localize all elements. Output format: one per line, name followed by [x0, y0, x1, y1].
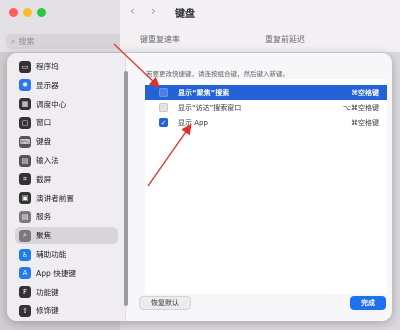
services-icon: ▤	[19, 210, 31, 223]
shortcut-label: 显示“访达”搜索窗口	[178, 103, 242, 112]
search-input[interactable]: ⌕ 搜索	[6, 34, 126, 49]
forward-icon[interactable]: ›	[151, 4, 156, 18]
sidebar-item[interactable]: ⌨ 键盘	[15, 133, 118, 150]
sidebar-item-label: 功能键	[36, 287, 59, 297]
zoom-window-button[interactable]	[37, 8, 46, 17]
sidebar-item[interactable]: ▣ 演讲者前置	[15, 190, 118, 207]
scrollbar[interactable]	[124, 71, 128, 306]
search-icon: ⌕	[11, 36, 16, 46]
sidebar-item[interactable]: ♿ 辅助功能	[15, 246, 118, 263]
sidebar-item-label: 窗口	[36, 118, 52, 128]
window-icon: ▢	[19, 116, 31, 129]
presenter-overlay-icon: ▣	[19, 192, 31, 205]
search-placeholder: 搜索	[18, 37, 35, 46]
sidebar-item[interactable]: ▤ 输入法	[15, 152, 118, 169]
shortcut-checkbox[interactable]	[159, 88, 168, 97]
input-method-icon: ▤	[19, 154, 31, 167]
sidebar-item-label: 程序坞	[36, 62, 59, 71]
shortcut-checkbox[interactable]	[159, 103, 168, 112]
modifier-keys-icon: ⇧	[19, 304, 31, 317]
shortcut-label: 显示“聚焦”搜索	[178, 88, 230, 97]
sidebar-item-label: 键盘	[36, 137, 52, 147]
close-window-button[interactable]	[9, 8, 18, 17]
accessibility-icon: ♿	[19, 248, 31, 261]
sidebar-item-label: 截屏	[36, 174, 52, 184]
done-button[interactable]: 完成	[350, 296, 386, 310]
sidebar-item-label: 显示器	[36, 80, 59, 90]
mission-control-icon: ▦	[19, 98, 31, 111]
shortcut-checkbox[interactable]: ✓	[159, 118, 168, 127]
page-title: 键盘	[175, 9, 195, 20]
shortcut-row[interactable]: ✓ 显示 App ⌘空格键	[145, 115, 387, 130]
sidebar-item-label: 调度中心	[36, 99, 67, 109]
sidebar-item[interactable]: ▤ 服务	[15, 208, 118, 225]
sidebar-item-label: App 快捷键	[36, 268, 77, 278]
sidebar-item-label: 修饰键	[36, 306, 59, 316]
shortcut-row[interactable]: 显示“聚焦”搜索 ⌘空格键	[145, 85, 387, 100]
sidebar-item[interactable]: ✹ 显示器	[15, 77, 118, 94]
shortcut-key[interactable]: ⌘空格键	[351, 118, 379, 128]
shortcut-table: 显示“聚焦”搜索 ⌘空格键 显示“访达”搜索窗口 ⌥⌘空格键 ✓ 显示 App ⌘空格键	[145, 79, 387, 294]
sidebar-item[interactable]: ▭ 程序坞	[15, 58, 118, 75]
sidebar-item[interactable]: ⇧ 修饰键	[15, 302, 118, 319]
sidebar-item[interactable]: F 功能键	[15, 284, 118, 301]
shortcut-row[interactable]: 显示“访达”搜索窗口 ⌥⌘空格键	[145, 100, 387, 115]
sidebar-item[interactable]: A App 快捷键	[15, 265, 118, 282]
sidebar-item-label: 输入法	[36, 156, 59, 165]
sidebar-item-label: 聚焦	[36, 231, 52, 241]
shortcut-key[interactable]: ⌘空格键	[352, 88, 380, 98]
display-icon: ✹	[19, 79, 31, 92]
back-icon[interactable]: ‹	[130, 4, 135, 18]
minimize-window-button[interactable]	[23, 8, 32, 17]
sidebar-item[interactable]: ⌕ 聚焦	[15, 227, 118, 245]
keyboard-icon: ⌨	[19, 135, 31, 148]
sidebar-item[interactable]: ⌗ 截屏	[15, 171, 118, 188]
window-controls	[9, 8, 46, 17]
app-shortcuts-icon: A	[19, 267, 31, 280]
screenshot-icon: ⌗	[19, 173, 31, 186]
sidebar-item[interactable]: ▦ 调度中心	[15, 96, 118, 113]
sidebar-item-label: 辅助功能	[36, 250, 67, 259]
dock-icon: ▭	[19, 60, 31, 73]
spotlight-icon: ⌕	[19, 229, 31, 242]
keyboard-shortcuts-sheet: ▭ 程序坞 ✹ 显示器 ▦ 调度中心 ▢ 窗口 ⌨ 键盘 ▤ 输入法 ⌗ 截屏 ▣ 演讲者前置 ▤ 服务 ⌕ 聚焦 ♿ 辅…	[7, 53, 392, 321]
sidebar-item-label: 服务	[36, 212, 52, 222]
shortcut-label: 显示 App	[178, 118, 208, 127]
shortcut-hint: 若要更改快捷键，请连按组合键，然后键入新键。	[146, 70, 289, 78]
function-keys-icon: F	[19, 286, 31, 299]
shortcut-key[interactable]: ⌥⌘空格键	[343, 103, 379, 113]
restore-defaults-button[interactable]: 恢复默认	[139, 296, 191, 310]
key-repeat-rate-label: 键重复速率	[140, 35, 180, 44]
sidebar-item[interactable]: ▢ 窗口	[15, 114, 118, 131]
sidebar-item-label: 演讲者前置	[36, 193, 74, 203]
delay-until-repeat-label: 重复前延迟	[265, 35, 305, 44]
